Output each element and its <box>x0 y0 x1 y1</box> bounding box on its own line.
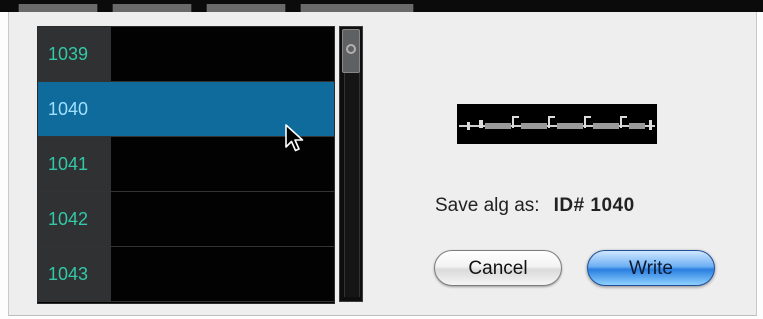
preset-number: 1040 <box>38 82 111 136</box>
cancel-button[interactable]: Cancel <box>434 250 562 286</box>
save-as-label: Save alg as: <box>435 195 540 216</box>
preset-number: 1041 <box>38 137 111 191</box>
preset-number: 1043 <box>38 247 111 301</box>
scrollbar-thumb[interactable] <box>342 29 360 73</box>
preset-number: 1039 <box>38 27 111 81</box>
preset-number: 1042 <box>38 192 111 246</box>
window-chrome <box>0 0 763 12</box>
preset-row-1043[interactable]: 1043 <box>38 247 334 302</box>
arrow-cursor-icon <box>285 124 304 152</box>
save-id-value: ID# 1040 <box>553 195 635 216</box>
save-as-row: Save alg as: ID# 1040 <box>435 192 635 220</box>
preset-list-scrollbar[interactable] <box>339 26 363 302</box>
scroll-grip-icon <box>346 44 356 54</box>
screen: 1039 1040 1041 1042 1043 Save alg as: ID… <box>0 0 763 319</box>
preset-list[interactable]: 1039 1040 1041 1042 1043 <box>37 26 335 304</box>
algorithm-diagram-icon <box>457 104 657 144</box>
write-button[interactable]: Write <box>587 250 715 286</box>
save-algorithm-dialog: 1039 1040 1041 1042 1043 Save alg as: ID… <box>8 12 757 316</box>
preset-row-1042[interactable]: 1042 <box>38 192 334 247</box>
preset-row-1039[interactable]: 1039 <box>38 27 334 82</box>
